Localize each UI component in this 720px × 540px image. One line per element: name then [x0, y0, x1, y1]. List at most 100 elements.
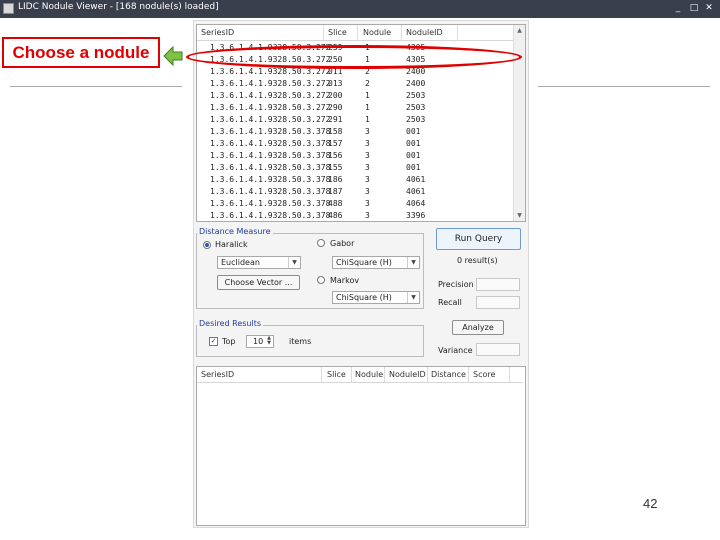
- separator-line-right: [538, 86, 710, 87]
- column-header-nodule-id[interactable]: NoduleID: [406, 28, 443, 37]
- nodule-cell: 3: [365, 211, 370, 220]
- nodule-cell: 3: [365, 163, 370, 172]
- haralick-metric-select[interactable]: Euclidean ▼: [217, 256, 301, 269]
- nodule-id-cell: 3396: [406, 211, 426, 220]
- nodule-id-cell: 2503: [406, 91, 426, 100]
- nodule-cell: 3: [365, 151, 370, 160]
- chevron-down-icon: ▼: [407, 292, 419, 303]
- table-row[interactable]: 1.3.6.1.4.1.9328.50.3.272 013 2 2400: [197, 78, 514, 90]
- slice-cell: 290: [328, 103, 343, 112]
- nodule-id-cell: 001: [406, 139, 421, 148]
- nodule-cell: 3: [365, 187, 370, 196]
- results-table-header: SeriesID Slice Nodule NoduleID Distance …: [197, 367, 523, 383]
- series-id-cell: 1.3.6.1.4.1.9328.50.3.272: [210, 91, 331, 100]
- green-arrow-icon: [163, 45, 183, 67]
- radio-markov[interactable]: [317, 276, 325, 284]
- column-header-series-id[interactable]: SeriesID: [201, 28, 234, 37]
- nodule-cell: 1: [365, 103, 370, 112]
- table-row[interactable]: 1.3.6.1.4.1.9328.50.3.378 186 3 4061: [197, 174, 514, 186]
- column-header-series-id[interactable]: SeriesID: [201, 370, 234, 379]
- minimize-icon[interactable]: _: [672, 3, 684, 14]
- table-row[interactable]: 1.3.6.1.4.1.9328.50.3.272 200 1 2503: [197, 90, 514, 102]
- slice-cell: 488: [328, 199, 343, 208]
- column-header-slice[interactable]: Slice: [327, 370, 346, 379]
- column-header-nodule[interactable]: Nodule: [363, 28, 391, 37]
- series-id-cell: 1.3.6.1.4.1.9328.50.3.378: [210, 127, 331, 136]
- scroll-up-icon[interactable]: ▲: [514, 25, 525, 36]
- series-id-cell: 1.3.6.1.4.1.9328.50.3.272: [210, 115, 331, 124]
- slice-cell: 155: [328, 163, 343, 172]
- distance-measure-legend: Distance Measure: [197, 227, 273, 236]
- top-count-stepper[interactable]: 10 ▲ ▼: [246, 335, 274, 348]
- radio-haralick[interactable]: [203, 241, 211, 249]
- series-id-cell: 1.3.6.1.4.1.9328.50.3.378: [210, 139, 331, 148]
- slice-cell: 486: [328, 211, 343, 220]
- series-id-cell: 1.3.6.1.4.1.9328.50.3.272: [210, 79, 331, 88]
- recall-field: [476, 296, 520, 309]
- nodule-cell: 1: [365, 91, 370, 100]
- variance-label: Variance: [438, 346, 473, 355]
- nodule-cell: 3: [365, 127, 370, 136]
- radio-markov-label: Markov: [330, 276, 360, 285]
- table-row[interactable]: 1.3.6.1.4.1.9328.50.3.378 157 3 001: [197, 138, 514, 150]
- radio-haralick-label: Haralick: [215, 240, 248, 249]
- window-title-bar[interactable]: LIDC Nodule Viewer - [168 nodule(s) load…: [0, 0, 720, 18]
- table-row[interactable]: 1.3.6.1.4.1.9328.50.3.378 486 3 3396: [197, 210, 514, 221]
- table-row[interactable]: 1.3.6.1.4.1.9328.50.3.378 187 3 4061: [197, 186, 514, 198]
- column-header-nodule[interactable]: Nodule: [355, 370, 383, 379]
- table-row[interactable]: 1.3.6.1.4.1.9328.50.3.378 155 3 001: [197, 162, 514, 174]
- table-row[interactable]: 1.3.6.1.4.1.9328.50.3.378 488 3 4064: [197, 198, 514, 210]
- haralick-metric-value: Euclidean: [221, 258, 260, 267]
- column-header-distance[interactable]: Distance: [431, 370, 466, 379]
- choose-vector-button[interactable]: Choose Vector ...: [217, 275, 300, 290]
- nodule-id-cell: 2503: [406, 115, 426, 124]
- items-label: items: [289, 337, 312, 346]
- series-id-cell: 1.3.6.1.4.1.9328.50.3.272: [210, 103, 331, 112]
- slice-cell: 156: [328, 151, 343, 160]
- series-id-cell: 1.3.6.1.4.1.9328.50.3.378: [210, 151, 331, 160]
- selected-row-highlight-ellipse: [186, 45, 522, 69]
- recall-label: Recall: [438, 298, 462, 307]
- slice-cell: 187: [328, 187, 343, 196]
- nodule-id-cell: 2400: [406, 67, 426, 76]
- series-id-cell: 1.3.6.1.4.1.9328.50.3.378: [210, 199, 331, 208]
- radio-gabor[interactable]: [317, 239, 325, 247]
- chevron-down-icon: ▼: [407, 257, 419, 268]
- analyze-button[interactable]: Analyze: [452, 320, 504, 335]
- table-row[interactable]: 1.3.6.1.4.1.9328.50.3.378 156 3 001: [197, 150, 514, 162]
- table-row[interactable]: 1.3.6.1.4.1.9328.50.3.378 158 3 001: [197, 126, 514, 138]
- precision-label: Precision: [438, 280, 474, 289]
- chevron-down-icon: ▼: [288, 257, 300, 268]
- column-header-slice[interactable]: Slice: [328, 28, 347, 37]
- gabor-metric-select[interactable]: ChiSquare (H) ▼: [332, 256, 420, 269]
- column-header-nodule-id[interactable]: NoduleID: [389, 370, 426, 379]
- markov-metric-select[interactable]: ChiSquare (H) ▼: [332, 291, 420, 304]
- column-header-score[interactable]: Score: [473, 370, 495, 379]
- slice-cell: 200: [328, 91, 343, 100]
- slide-page-number: 42: [643, 496, 658, 511]
- nodule-cell: 3: [365, 199, 370, 208]
- close-icon[interactable]: ✕: [703, 3, 715, 14]
- nodule-id-cell: 2400: [406, 79, 426, 88]
- scroll-down-icon[interactable]: ▼: [514, 210, 525, 221]
- top-checkbox[interactable]: ✓: [209, 337, 218, 346]
- nodule-id-cell: 4061: [406, 187, 426, 196]
- nodule-id-cell: 2503: [406, 103, 426, 112]
- nodule-id-cell: 4061: [406, 175, 426, 184]
- maximize-icon[interactable]: □: [688, 3, 700, 14]
- table-row[interactable]: 1.3.6.1.4.1.9328.50.3.272 291 1 2503: [197, 114, 514, 126]
- variance-field: [476, 343, 520, 356]
- results-table[interactable]: SeriesID Slice Nodule NoduleID Distance …: [196, 366, 526, 526]
- desired-results-legend: Desired Results: [197, 319, 264, 328]
- stepper-arrows-icon[interactable]: ▲ ▼: [265, 336, 273, 347]
- top-count-value: 10: [253, 337, 264, 346]
- nodule-id-cell: 001: [406, 151, 421, 160]
- gabor-metric-value: ChiSquare (H): [336, 258, 392, 267]
- run-query-button[interactable]: Run Query: [436, 228, 521, 250]
- slice-cell: 291: [328, 115, 343, 124]
- series-id-cell: 1.3.6.1.4.1.9328.50.3.378: [210, 163, 331, 172]
- table-row[interactable]: 1.3.6.1.4.1.9328.50.3.272 290 1 2503: [197, 102, 514, 114]
- top-label: Top: [222, 337, 236, 346]
- series-id-cell: 1.3.6.1.4.1.9328.50.3.378: [210, 211, 331, 220]
- nodule-cell: 1: [365, 115, 370, 124]
